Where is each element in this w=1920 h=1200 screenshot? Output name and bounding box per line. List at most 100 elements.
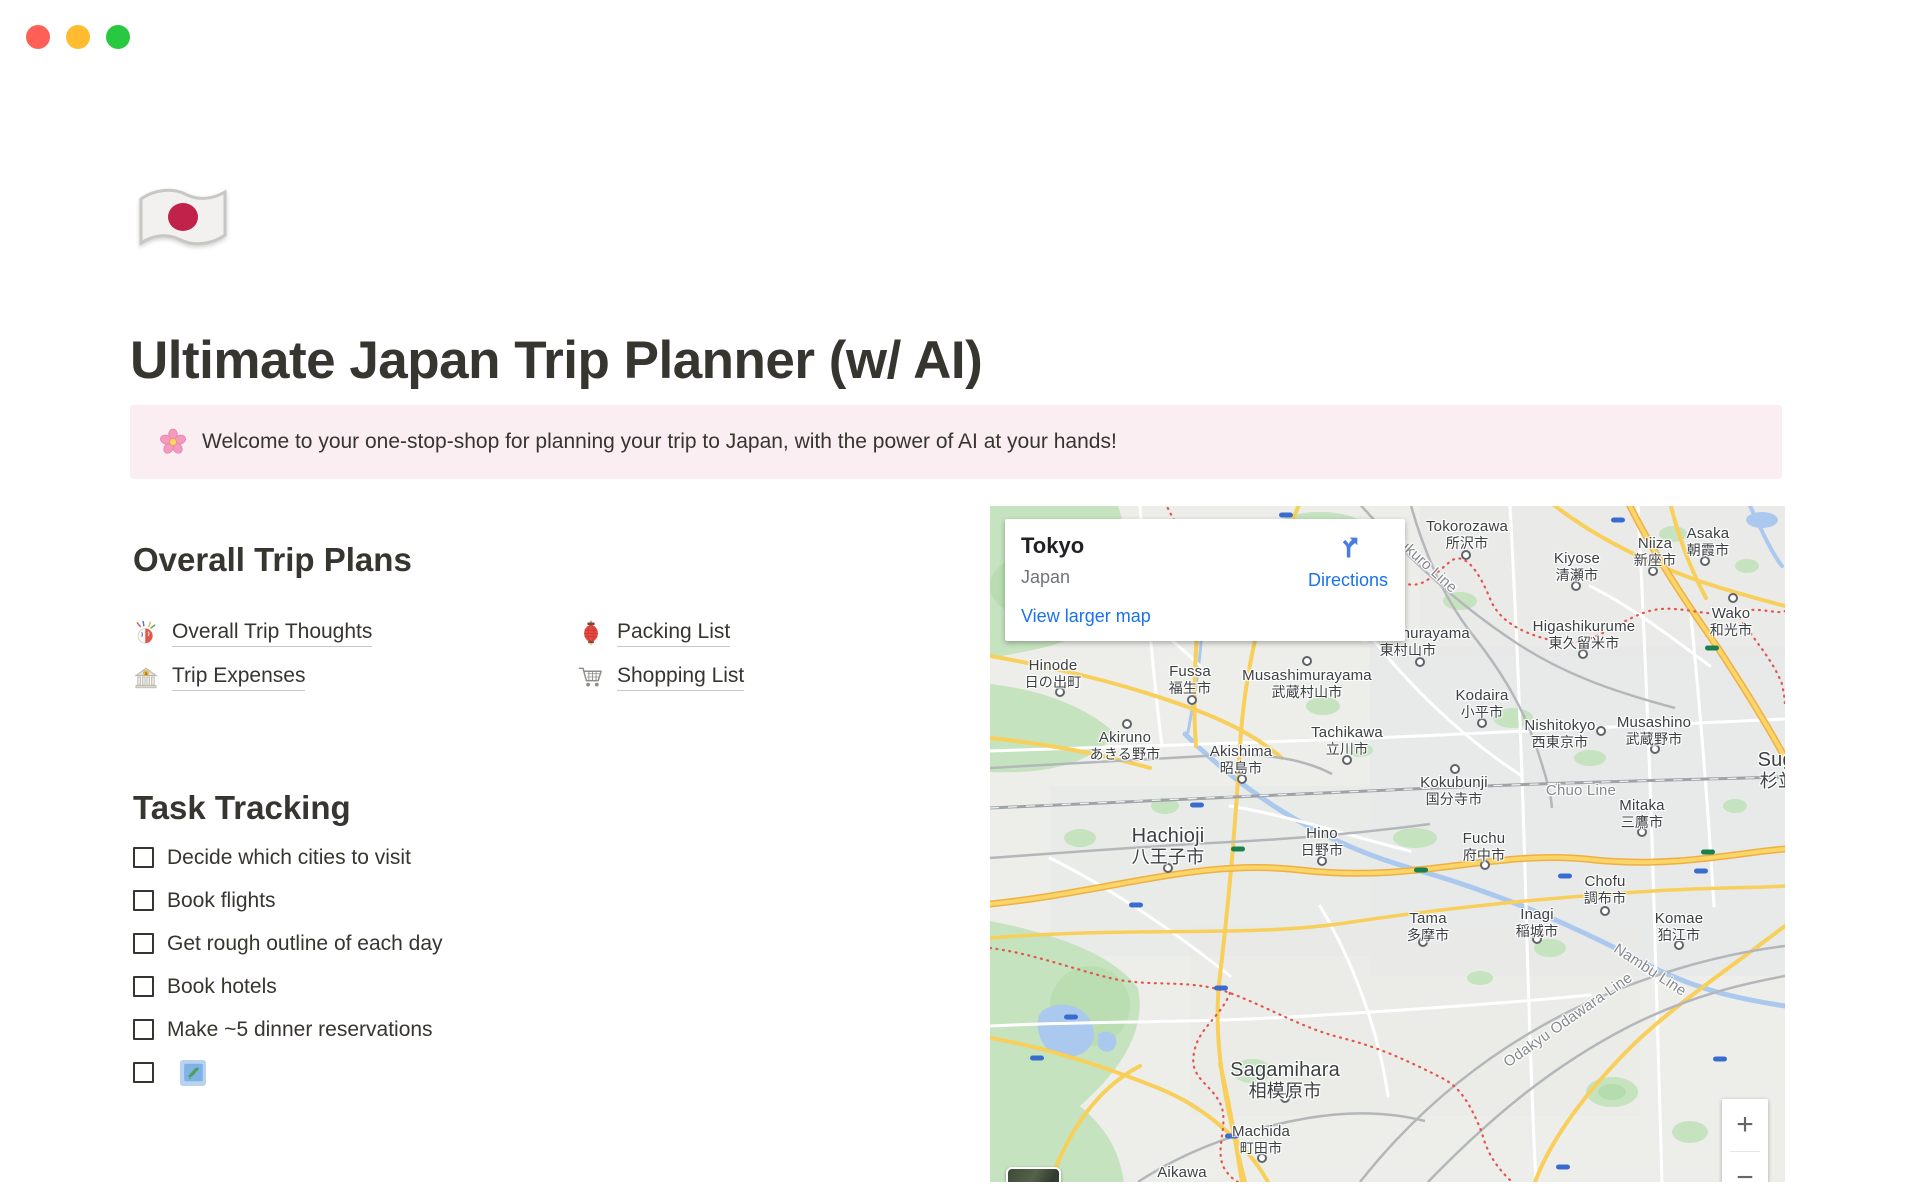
map-city-label: Inagi 稲城市	[1515, 906, 1559, 939]
page-link-label: Packing List	[617, 620, 731, 647]
todo-label: Book flights	[167, 888, 276, 912]
todo-label: Make ~5 dinner reservations	[167, 1017, 433, 1041]
page-link[interactable]: Overall Trip Thoughts	[133, 616, 373, 650]
map-city-label: Kodaira 小平市	[1455, 687, 1509, 720]
map-marker	[1450, 764, 1460, 774]
page-link[interactable]: Packing List	[578, 616, 731, 650]
route-shield	[1701, 849, 1715, 855]
todo-label: Get rough outline of each day	[167, 931, 443, 955]
map-city-label: Kiyose 清瀬市	[1553, 550, 1601, 583]
page-link-emoji-icon	[133, 664, 159, 690]
section-heading-task-tracking: Task Tracking	[133, 789, 351, 826]
page-link[interactable]: Shopping List	[578, 660, 745, 694]
map-city-label: Tokorozawa 所沢市	[1425, 518, 1509, 551]
map-city-label: Sugi 杉並	[1757, 749, 1785, 792]
map-marker	[1122, 719, 1132, 729]
satellite-view-toggle[interactable]	[1006, 1167, 1061, 1182]
todo-checkbox-unchecked[interactable]	[133, 1062, 154, 1083]
map-city-label: Akiruno あきる野市	[1089, 729, 1161, 762]
map-city-label: Higashikurume 東久留米市	[1532, 618, 1636, 651]
directions-fork-icon	[1334, 533, 1362, 561]
close-window-button[interactable]	[26, 25, 50, 49]
page-link-label: Overall Trip Thoughts	[172, 620, 373, 647]
map-zoom-control: + −	[1722, 1099, 1768, 1182]
route-shield	[1064, 1014, 1078, 1020]
todo-checkbox-unchecked[interactable]	[133, 976, 154, 997]
route-shield	[1214, 985, 1228, 991]
section-heading-overall-trip-plans: Overall Trip Plans	[133, 541, 412, 578]
route-shield	[1030, 1055, 1044, 1061]
map-city-label: Niiza 新座市	[1633, 535, 1677, 568]
map-city-label: Akishima 昭島市	[1209, 743, 1273, 776]
map-city-label: Musashimurayama 武蔵村山市	[1242, 667, 1372, 700]
minimize-window-button[interactable]	[66, 25, 90, 49]
route-shield	[1414, 867, 1428, 873]
google-map-embed[interactable]: Tokorozawa 所沢市 Kiyose 清瀬市 Niiza 新座市 Asak…	[990, 506, 1785, 1182]
callout-text: Welcome to your one-stop-shop for planni…	[202, 430, 1117, 453]
fullscreen-window-button[interactable]	[106, 25, 130, 49]
map-marker	[1600, 906, 1610, 916]
map-city-label: Fuchu 府中市	[1462, 830, 1506, 863]
page-link-emoji-icon	[133, 620, 159, 646]
map-city-label: Aikawa	[1157, 1164, 1207, 1181]
route-shield	[1705, 645, 1719, 651]
directions-label: Directions	[1307, 570, 1389, 590]
map-city-label: Musashino 武蔵野市	[1616, 714, 1692, 747]
view-larger-map-link[interactable]: View larger map	[1021, 606, 1151, 627]
japan-map-emoji	[180, 1059, 206, 1086]
map-city-label: Hachioji 八王子市	[1131, 825, 1205, 868]
page-link[interactable]: Trip Expenses	[133, 660, 306, 694]
map-city-label: Nishitokyo 西東京市	[1524, 717, 1596, 750]
map-city-label: Asaka 朝霞市	[1686, 525, 1730, 558]
zoom-in-button[interactable]: +	[1722, 1099, 1768, 1151]
map-city-label: Mitaka 三鷹市	[1619, 797, 1665, 830]
todo-item: Decide which cities to visit	[133, 836, 973, 879]
japan-flag-icon[interactable]	[135, 184, 231, 252]
map-city-label: Chofu 調布市	[1583, 873, 1627, 906]
map-city-label: Tama 多摩市	[1406, 910, 1450, 943]
todo-item: Book flights	[133, 879, 973, 922]
map-city-label: Hinode 日の出町	[1024, 657, 1082, 690]
route-shield	[1713, 1056, 1727, 1062]
route-shield	[1556, 1164, 1570, 1170]
route-shield	[1129, 902, 1143, 908]
page-link-emoji-icon	[578, 620, 604, 646]
route-shield	[1558, 873, 1572, 879]
todo-label: Book hotels	[167, 974, 277, 998]
map-city-label: Hino 日野市	[1300, 825, 1344, 858]
route-shield	[1694, 868, 1708, 874]
directions-button[interactable]: Directions	[1305, 533, 1391, 591]
welcome-callout: Welcome to your one-stop-shop for planni…	[130, 405, 1782, 479]
page-title: Ultimate Japan Trip Planner (w/ AI)	[130, 331, 983, 390]
zoom-out-button[interactable]: −	[1722, 1152, 1768, 1182]
map-city-label: Tachikawa 立川市	[1311, 724, 1383, 757]
route-shield	[1279, 512, 1293, 518]
page-link-emoji-icon	[578, 664, 604, 690]
map-city-label: Machida 町田市	[1231, 1123, 1291, 1156]
trip-plan-links: Overall Trip Thoughts Packing List Trip …	[133, 616, 973, 694]
map-city-label: Komae 狛江市	[1654, 910, 1704, 943]
map-city-label: Sagamihara 相模原市	[1230, 1059, 1340, 1102]
page-body: Overall Trip Plans Overall Trip Thoughts…	[133, 540, 973, 1094]
page-link-label: Trip Expenses	[172, 664, 306, 691]
map-marker	[1728, 593, 1738, 603]
todo-item: Get rough outline of each day	[133, 922, 973, 965]
route-shield	[1611, 517, 1625, 523]
window-controls	[26, 25, 130, 49]
todo-item	[133, 1051, 973, 1094]
map-info-card: Tokyo Japan View larger map Directions	[1005, 519, 1405, 641]
map-city-label: Fussa 福生市	[1168, 663, 1212, 696]
page-link-label: Shopping List	[617, 664, 745, 691]
todo-label: Decide which cities to visit	[167, 845, 411, 869]
todo-checkbox-unchecked[interactable]	[133, 933, 154, 954]
todo-item: Make ~5 dinner reservations	[133, 1008, 973, 1051]
todo-checkbox-unchecked[interactable]	[133, 847, 154, 868]
todo-checkbox-unchecked[interactable]	[133, 1019, 154, 1040]
task-list: Decide which cities to visit Book flight…	[133, 836, 973, 1094]
map-city-label: Wako 和光市	[1709, 605, 1753, 638]
map-marker	[1596, 726, 1606, 736]
todo-item: Book hotels	[133, 965, 973, 1008]
todo-checkbox-unchecked[interactable]	[133, 890, 154, 911]
route-shield	[1190, 802, 1204, 808]
map-city-label: Kokubunji 国分寺市	[1420, 774, 1488, 807]
